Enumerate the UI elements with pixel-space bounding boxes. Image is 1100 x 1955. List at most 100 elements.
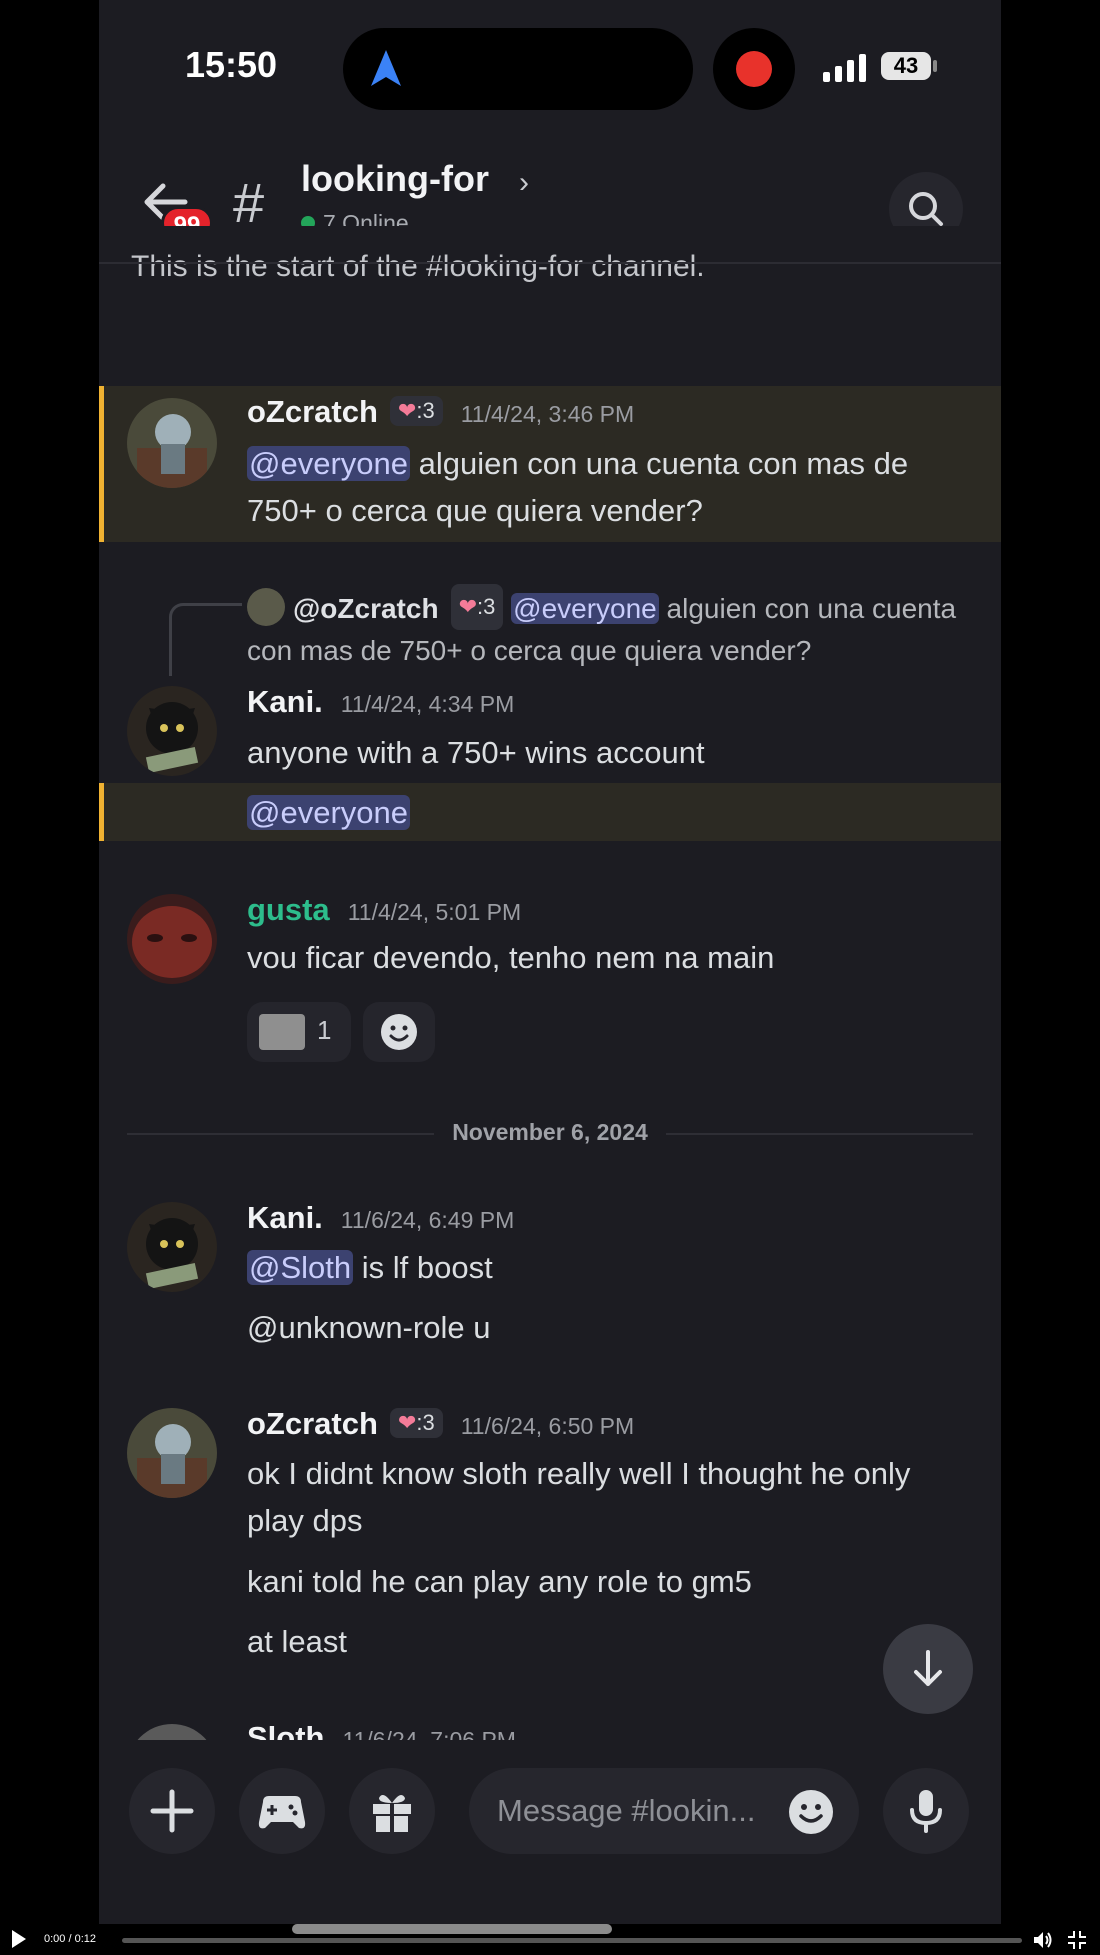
avatar-image <box>127 1408 217 1498</box>
avatar-image <box>127 894 217 984</box>
navigation-arrow-icon <box>371 50 401 86</box>
role-tag: ❤:3 <box>389 1408 443 1438</box>
author-name[interactable]: Kani. <box>247 684 323 719</box>
message-text: anyone with a 750+ wins account <box>247 735 705 770</box>
message-author[interactable]: oZcratch ❤:3 11/6/24, 6:50 PM <box>247 1406 634 1442</box>
author-name[interactable]: oZcratch <box>247 1406 378 1441</box>
author-name[interactable]: oZcratch <box>247 394 378 429</box>
dynamic-island <box>343 28 693 110</box>
add-reaction-button[interactable] <box>363 1002 435 1062</box>
highlight-bar <box>99 783 104 841</box>
avatar-image <box>127 1202 217 1292</box>
reaction-count: 1 <box>317 1015 332 1045</box>
recording-indicator <box>713 28 795 110</box>
timestamp: 11/6/24, 6:49 PM <box>340 1207 515 1233</box>
heart-icon: ❤ <box>397 1410 417 1435</box>
battery-nub <box>933 60 937 72</box>
gift-button[interactable] <box>349 1768 435 1854</box>
plus-icon <box>150 1789 194 1833</box>
smiley-icon <box>381 1014 417 1050</box>
timestamp: 11/6/24, 7:06 PM <box>342 1727 516 1740</box>
timestamp: 11/4/24, 4:34 PM <box>340 691 515 717</box>
message-text: kani told he can play any role to gm5 <box>247 1564 752 1599</box>
author-name[interactable]: Kani. <box>247 1200 323 1235</box>
divider <box>99 262 1001 264</box>
gamepad-icon <box>258 1796 306 1829</box>
message-content: @everyone alguien con una cuenta con mas… <box>247 440 967 534</box>
role-tag-text: :3 <box>416 1410 435 1435</box>
date-divider-label: November 6, 2024 <box>127 1119 973 1146</box>
phone-screen: 15:50 43 99 # looking-for › 7 Online <box>99 0 1001 1940</box>
avatar-image <box>127 398 217 488</box>
message-text: is lf boost <box>353 1250 493 1285</box>
message-item[interactable]: Sloth 11/6/24, 7:06 PM <box>99 1716 1001 1740</box>
voice-message-button[interactable] <box>883 1768 969 1854</box>
cat-emoji-icon <box>259 1014 305 1050</box>
mention[interactable]: @everyone <box>247 446 410 481</box>
heart-icon: ❤ <box>458 594 477 619</box>
heart-icon: ❤ <box>397 398 417 423</box>
reply-author: @oZcratch <box>293 593 439 624</box>
author-name[interactable]: gusta <box>247 892 330 927</box>
signal-icon <box>823 54 866 82</box>
exit-fullscreen-icon[interactable] <box>1066 1929 1088 1951</box>
home-indicator <box>292 1924 612 1934</box>
message-author[interactable]: gusta 11/4/24, 5:01 PM <box>247 892 521 928</box>
gift-icon <box>373 1794 411 1832</box>
message-text: @unknown-role u <box>247 1310 491 1345</box>
video-time: 0:00 / 0:12 <box>44 1933 96 1945</box>
message-content: @Sloth is lf boost <box>247 1244 967 1291</box>
timestamp: 11/4/24, 3:46 PM <box>460 401 635 427</box>
avatar-image <box>127 686 217 776</box>
timestamp: 11/4/24, 5:01 PM <box>347 899 522 925</box>
timestamp: 11/6/24, 6:50 PM <box>460 1413 635 1439</box>
role-tag: ❤:3 <box>450 584 504 630</box>
message-author[interactable]: oZcratch ❤:3 11/4/24, 3:46 PM <box>247 394 634 430</box>
author-name[interactable]: Sloth <box>247 1720 325 1740</box>
highlight-bar <box>99 386 104 542</box>
message-text: ok I didnt know sloth really well I thou… <box>247 1456 911 1538</box>
avatar[interactable] <box>127 894 217 984</box>
message-content: @everyone <box>247 789 967 836</box>
status-bar: 15:50 43 <box>99 0 1001 130</box>
reply-connector <box>169 603 242 676</box>
date-label: November 6, 2024 <box>434 1119 666 1145</box>
activities-button[interactable] <box>239 1768 325 1854</box>
role-tag-text: :3 <box>416 398 435 423</box>
video-progress-bar[interactable] <box>122 1938 1022 1943</box>
status-time: 15:50 <box>185 44 278 85</box>
add-attachment-button[interactable] <box>129 1768 215 1854</box>
message-composer <box>99 1740 1001 1940</box>
chevron-right-icon[interactable]: › <box>519 166 529 200</box>
emoji-icon[interactable] <box>787 1788 835 1836</box>
play-icon[interactable] <box>10 1928 28 1950</box>
role-tag: ❤:3 <box>389 396 443 426</box>
microphone-icon <box>910 1790 942 1833</box>
message-author[interactable]: Kani. 11/6/24, 6:49 PM <box>247 1200 514 1236</box>
channel-name[interactable]: looking-for <box>301 158 489 200</box>
avatar[interactable] <box>127 1202 217 1292</box>
avatar[interactable] <box>127 398 217 488</box>
message-text: vou ficar devendo, tenho nem na main <box>247 940 775 975</box>
avatar[interactable] <box>127 686 217 776</box>
record-dot-icon <box>736 51 772 87</box>
mention[interactable]: @Sloth <box>247 1250 354 1285</box>
reaction[interactable]: 1 <box>247 1002 351 1062</box>
avatar[interactable] <box>127 1408 217 1498</box>
avatar[interactable] <box>127 1724 217 1740</box>
mention[interactable]: @everyone <box>511 593 659 624</box>
reply-avatar <box>247 588 285 626</box>
message-author[interactable]: Kani. 11/4/24, 4:34 PM <box>247 684 514 720</box>
arrow-down-icon <box>914 1650 942 1686</box>
message-text: at least <box>247 1624 347 1659</box>
message-author[interactable]: Sloth 11/6/24, 7:06 PM <box>247 1720 516 1740</box>
avatar-image <box>127 1724 217 1740</box>
jump-to-bottom-button[interactable] <box>883 1624 973 1714</box>
mention[interactable]: @everyone <box>247 795 410 830</box>
reply-preview[interactable]: @oZcratch ❤:3 @everyone alguien con una c… <box>247 584 967 672</box>
channel-start-text: This is the start of the #looking-for ch… <box>131 250 705 283</box>
role-tag-text: :3 <box>477 594 496 619</box>
header-edge <box>99 226 1001 250</box>
volume-icon[interactable] <box>1032 1929 1054 1951</box>
battery-indicator: 43 <box>881 52 931 80</box>
